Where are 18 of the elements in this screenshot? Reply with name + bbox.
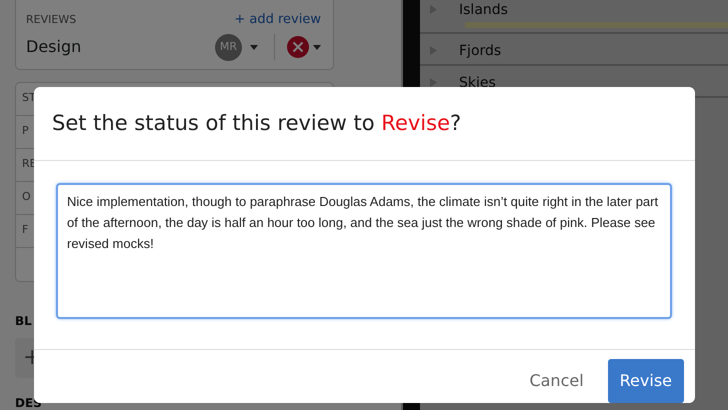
comment-field[interactable]: Nice implementation, though to paraphrase Douglas Adams, the climate isn’t quite right in the later part of the afternoon, the day is half an hour too long, and the sea just the wrong shade of pink. Please see revised mocks! (56, 183, 672, 319)
cancel-button[interactable]: Cancel (523, 368, 590, 394)
tree-item-label[interactable]: Fjords (459, 41, 502, 62)
field-label: P (22, 123, 29, 140)
caret-icon[interactable] (250, 44, 258, 50)
field-label: O (22, 189, 31, 206)
section-heading: BL (15, 312, 33, 330)
revise-button[interactable]: Revise (608, 359, 684, 403)
section-heading: REVIEWS (26, 12, 76, 28)
field-label: ST (22, 90, 36, 106)
dialog-title: Set the status of this review to Revise? (52, 110, 462, 137)
tree-item-label[interactable]: Islands (459, 0, 508, 21)
field-label: F (22, 222, 28, 238)
reviewer-name: Design (26, 36, 82, 58)
rejected-icon[interactable] (287, 36, 309, 58)
add-review-link[interactable]: + add review (234, 10, 321, 30)
avatar[interactable]: MR (215, 34, 242, 60)
caret-icon[interactable] (313, 44, 321, 50)
